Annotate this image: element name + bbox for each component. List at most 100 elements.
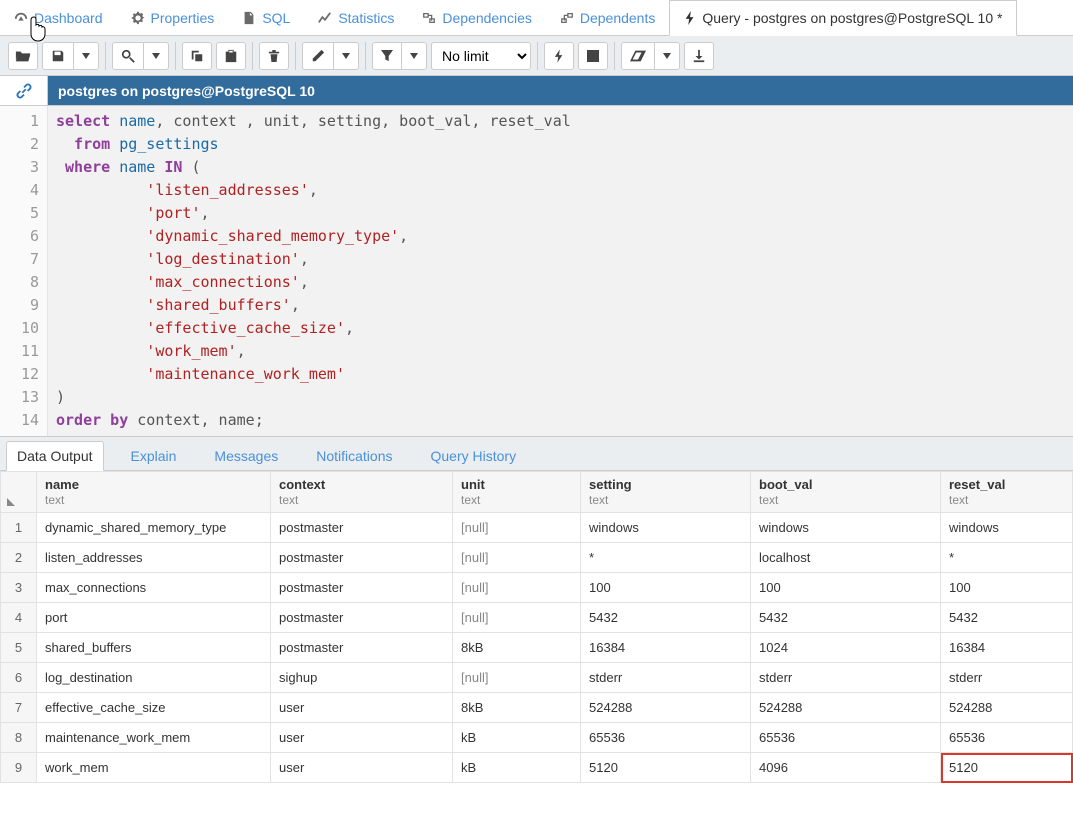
delete-button[interactable]: [259, 42, 289, 70]
chevron-down-icon[interactable]: [73, 43, 98, 69]
table-row[interactable]: 4portpostmaster[null]543254325432: [1, 603, 1073, 633]
cell[interactable]: user: [271, 723, 453, 753]
cell[interactable]: stderr: [751, 663, 941, 693]
cell[interactable]: user: [271, 753, 453, 783]
filter-button[interactable]: [372, 42, 427, 70]
col-header[interactable]: boot_valtext: [751, 472, 941, 513]
cell[interactable]: windows: [941, 513, 1073, 543]
table-row[interactable]: 7effective_cache_sizeuser8kB524288524288…: [1, 693, 1073, 723]
cell[interactable]: postmaster: [271, 633, 453, 663]
chevron-down-icon[interactable]: [333, 43, 358, 69]
table-row[interactable]: 5shared_bufferspostmaster8kB163841024163…: [1, 633, 1073, 663]
cell[interactable]: *: [581, 543, 751, 573]
cell[interactable]: postmaster: [271, 573, 453, 603]
chevron-down-icon[interactable]: [143, 43, 168, 69]
cell[interactable]: log_destination: [37, 663, 271, 693]
cell[interactable]: windows: [581, 513, 751, 543]
find-button[interactable]: [112, 42, 169, 70]
tab-dependencies[interactable]: Dependencies: [408, 0, 546, 35]
row-number[interactable]: 4: [1, 603, 37, 633]
cell[interactable]: 5120: [581, 753, 751, 783]
result-grid[interactable]: nametext contexttext unittext settingtex…: [0, 471, 1073, 783]
cell[interactable]: [null]: [453, 663, 581, 693]
cell[interactable]: 5432: [751, 603, 941, 633]
save-file-button[interactable]: [42, 42, 99, 70]
tab-notifications[interactable]: Notifications: [305, 441, 403, 470]
col-header[interactable]: reset_valtext: [941, 472, 1073, 513]
chevron-down-icon[interactable]: [654, 43, 679, 69]
tab-messages[interactable]: Messages: [203, 441, 289, 470]
tab-dashboard[interactable]: Dashboard: [0, 0, 117, 35]
connection-status-icon[interactable]: [0, 76, 48, 105]
tab-statistics[interactable]: Statistics: [304, 0, 408, 35]
cell[interactable]: work_mem: [37, 753, 271, 783]
cell[interactable]: [null]: [453, 543, 581, 573]
cell[interactable]: 65536: [941, 723, 1073, 753]
row-number[interactable]: 3: [1, 573, 37, 603]
connection-label[interactable]: postgres on postgres@PostgreSQL 10: [48, 76, 1073, 105]
chevron-down-icon[interactable]: [401, 43, 426, 69]
cell[interactable]: 1024: [751, 633, 941, 663]
cell[interactable]: 5432: [581, 603, 751, 633]
cell[interactable]: 5432: [941, 603, 1073, 633]
table-row[interactable]: 2listen_addressespostmaster[null]*localh…: [1, 543, 1073, 573]
table-row[interactable]: 9work_memuserkB512040965120: [1, 753, 1073, 783]
cell[interactable]: [null]: [453, 513, 581, 543]
cell[interactable]: shared_buffers: [37, 633, 271, 663]
cell[interactable]: 65536: [581, 723, 751, 753]
cell[interactable]: sighup: [271, 663, 453, 693]
cell[interactable]: dynamic_shared_memory_type: [37, 513, 271, 543]
table-row[interactable]: 8maintenance_work_memuserkB6553665536655…: [1, 723, 1073, 753]
cell[interactable]: 100: [941, 573, 1073, 603]
cell[interactable]: [null]: [453, 603, 581, 633]
paste-button[interactable]: [216, 42, 246, 70]
row-number[interactable]: 2: [1, 543, 37, 573]
row-number[interactable]: 8: [1, 723, 37, 753]
cell[interactable]: [null]: [453, 573, 581, 603]
table-row[interactable]: 3max_connectionspostmaster[null]10010010…: [1, 573, 1073, 603]
cell[interactable]: postmaster: [271, 513, 453, 543]
editor-body[interactable]: select name, context , unit, setting, bo…: [48, 106, 1073, 436]
cell[interactable]: stderr: [941, 663, 1073, 693]
tab-query-history[interactable]: Query History: [420, 441, 528, 470]
cell[interactable]: 100: [581, 573, 751, 603]
tab-explain[interactable]: Explain: [120, 441, 188, 470]
cell[interactable]: max_connections: [37, 573, 271, 603]
table-row[interactable]: 6log_destinationsighup[null]stderrstderr…: [1, 663, 1073, 693]
cell[interactable]: 524288: [751, 693, 941, 723]
corner-cell[interactable]: [1, 472, 37, 513]
execute-button[interactable]: [544, 42, 574, 70]
cell[interactable]: 100: [751, 573, 941, 603]
cell[interactable]: listen_addresses: [37, 543, 271, 573]
tab-data-output[interactable]: Data Output: [6, 441, 104, 471]
cell[interactable]: kB: [453, 753, 581, 783]
col-header[interactable]: nametext: [37, 472, 271, 513]
row-number[interactable]: 5: [1, 633, 37, 663]
cell[interactable]: maintenance_work_mem: [37, 723, 271, 753]
cell[interactable]: 524288: [941, 693, 1073, 723]
edit-button[interactable]: [302, 42, 359, 70]
cell[interactable]: port: [37, 603, 271, 633]
cell[interactable]: 65536: [751, 723, 941, 753]
cell[interactable]: user: [271, 693, 453, 723]
copy-button[interactable]: [182, 42, 212, 70]
cell[interactable]: 5120: [941, 753, 1073, 783]
col-header[interactable]: settingtext: [581, 472, 751, 513]
col-header[interactable]: contexttext: [271, 472, 453, 513]
row-limit-select[interactable]: No limit: [431, 42, 531, 70]
tab-dependents[interactable]: Dependents: [546, 0, 670, 35]
stop-button[interactable]: [578, 42, 608, 70]
row-number[interactable]: 7: [1, 693, 37, 723]
tab-properties[interactable]: Properties: [117, 0, 229, 35]
download-button[interactable]: [684, 42, 714, 70]
row-number[interactable]: 1: [1, 513, 37, 543]
open-file-button[interactable]: [8, 42, 38, 70]
cell[interactable]: 8kB: [453, 633, 581, 663]
tab-sql[interactable]: SQL: [228, 0, 304, 35]
cell[interactable]: 16384: [581, 633, 751, 663]
cell[interactable]: stderr: [581, 663, 751, 693]
cell[interactable]: *: [941, 543, 1073, 573]
cell[interactable]: windows: [751, 513, 941, 543]
cell[interactable]: localhost: [751, 543, 941, 573]
col-header[interactable]: unittext: [453, 472, 581, 513]
